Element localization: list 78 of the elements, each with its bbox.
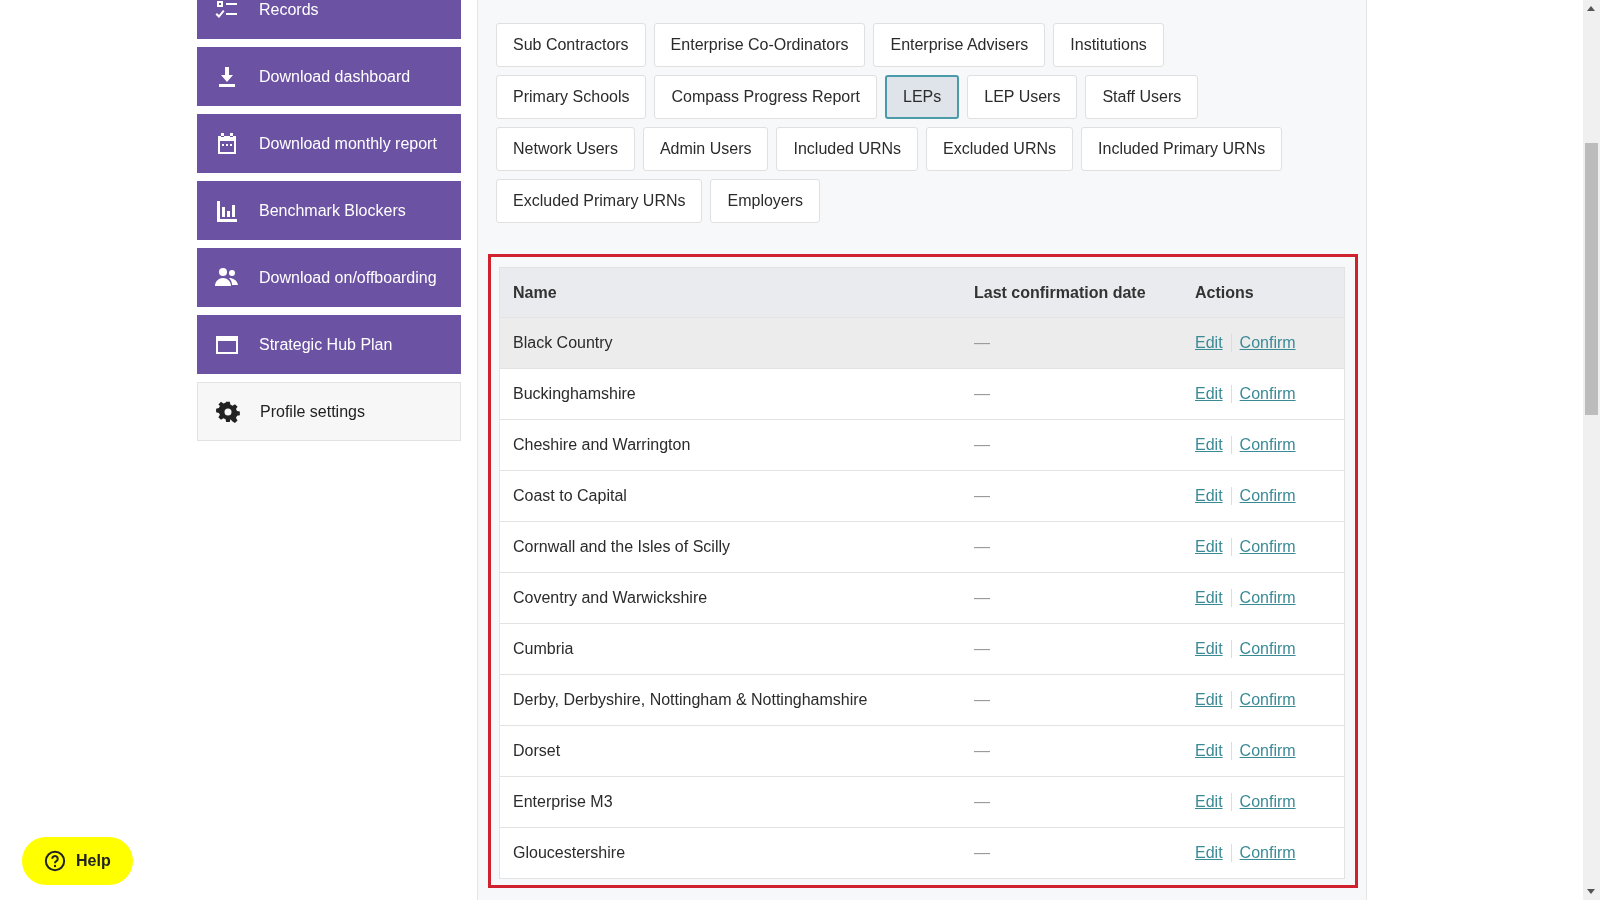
action-link[interactable]: Confirm	[1230, 640, 1304, 658]
column-header: Name	[499, 267, 961, 318]
table-cell: —	[974, 691, 990, 708]
action-link[interactable]: Confirm	[1230, 691, 1304, 709]
table-cell: —	[974, 640, 990, 657]
calendar-icon	[215, 131, 239, 156]
action-link[interactable]: Confirm	[1230, 436, 1304, 454]
table-cell: Cheshire and Warrington	[513, 436, 691, 453]
record-type-button[interactable]: LEPs	[885, 75, 960, 119]
table-cell: Gloucestershire	[513, 844, 626, 861]
action-link[interactable]: Edit	[1195, 334, 1231, 352]
record-type-button[interactable]: Primary Schools	[496, 75, 647, 119]
table-cell: Dorset	[513, 742, 561, 759]
table-cell: —	[974, 844, 990, 861]
table-cell: —	[974, 385, 990, 402]
action-link[interactable]: Edit	[1195, 436, 1231, 454]
table-cell: —	[974, 334, 990, 351]
scroll-up-icon[interactable]	[1587, 6, 1595, 11]
action-link[interactable]: Confirm	[1230, 793, 1304, 811]
sidebar-item[interactable]: Records	[197, 0, 461, 39]
action-link[interactable]: Confirm	[1230, 742, 1304, 760]
record-type-button[interactable]: Institutions	[1053, 23, 1164, 67]
record-type-button[interactable]: Enterprise Advisers	[873, 23, 1046, 67]
table-cell: —	[974, 436, 990, 453]
record-type-button[interactable]: Excluded URNs	[926, 127, 1074, 171]
action-link[interactable]: Confirm	[1230, 589, 1304, 607]
table-cell: —	[974, 742, 990, 759]
table-cell: Coast to Capital	[513, 487, 627, 504]
record-type-button[interactable]: Network Users	[496, 127, 635, 171]
table-cell: Enterprise M3	[513, 793, 613, 810]
sidebar-item[interactable]: Strategic Hub Plan	[197, 315, 461, 374]
action-link[interactable]: Confirm	[1230, 487, 1304, 505]
action-link[interactable]: Edit	[1195, 589, 1231, 607]
action-link[interactable]: Edit	[1195, 742, 1231, 760]
scroll-down-icon[interactable]	[1587, 889, 1595, 894]
action-link[interactable]: Confirm	[1230, 538, 1304, 556]
table-cell: —	[974, 793, 990, 810]
record-type-button[interactable]: Enterprise Co-Ordinators	[653, 23, 866, 67]
column-header: Last confirmation date	[961, 267, 1182, 318]
record-type-button[interactable]: Included URNs	[776, 127, 919, 171]
sidebar-item[interactable]: Download on/offboarding	[197, 248, 461, 307]
scrollbar-thumb[interactable]	[1585, 143, 1598, 415]
record-type-button[interactable]: Employers	[710, 179, 821, 223]
record-type-button[interactable]: LEP Users	[967, 75, 1078, 119]
action-link[interactable]: Edit	[1195, 793, 1231, 811]
action-link[interactable]: Confirm	[1230, 385, 1304, 403]
table-cell: Cumbria	[513, 640, 574, 657]
column-header: Actions	[1182, 267, 1345, 318]
action-link[interactable]: Confirm	[1230, 334, 1304, 352]
action-link[interactable]: Edit	[1195, 487, 1231, 505]
record-type-button[interactable]: Excluded Primary URNs	[496, 179, 703, 223]
table-cell: Buckinghamshire	[513, 385, 636, 402]
table-cell: Cornwall and the Isles of Scilly	[513, 538, 730, 555]
scrollbar[interactable]	[1583, 0, 1600, 900]
record-type-button[interactable]: Admin Users	[642, 127, 769, 171]
help-icon	[44, 850, 66, 872]
sidebar-item[interactable]: Benchmark Blockers	[197, 181, 461, 240]
table-cell: Derby, Derbyshire, Nottingham & Nottinghamshire	[513, 691, 868, 708]
settings-icon	[216, 399, 240, 424]
action-link[interactable]: Edit	[1195, 691, 1231, 709]
table-cell: —	[974, 487, 990, 504]
action-link[interactable]: Confirm	[1230, 844, 1304, 862]
record-type-button[interactable]: Compass Progress Report	[654, 75, 877, 119]
table-cell: Black Country	[513, 334, 613, 351]
action-link[interactable]: Edit	[1195, 385, 1231, 403]
table-cell: Coventry and Warwickshire	[513, 589, 708, 606]
action-link[interactable]: Edit	[1195, 640, 1231, 658]
table-cell: —	[974, 589, 990, 606]
table-cell: —	[974, 538, 990, 555]
action-link[interactable]: Edit	[1195, 538, 1231, 556]
action-link[interactable]: Edit	[1195, 844, 1231, 862]
help-button[interactable]: Help	[22, 837, 133, 885]
sidebar-item[interactable]: Download dashboard	[197, 47, 461, 106]
record-type-button[interactable]: Included Primary URNs	[1081, 127, 1283, 171]
record-type-button[interactable]: Sub Contractors	[496, 23, 646, 67]
bar-chart-icon	[215, 198, 239, 223]
sidebar-item[interactable]: Download monthly report	[197, 114, 461, 173]
record-type-button[interactable]: Staff Users	[1085, 75, 1199, 119]
